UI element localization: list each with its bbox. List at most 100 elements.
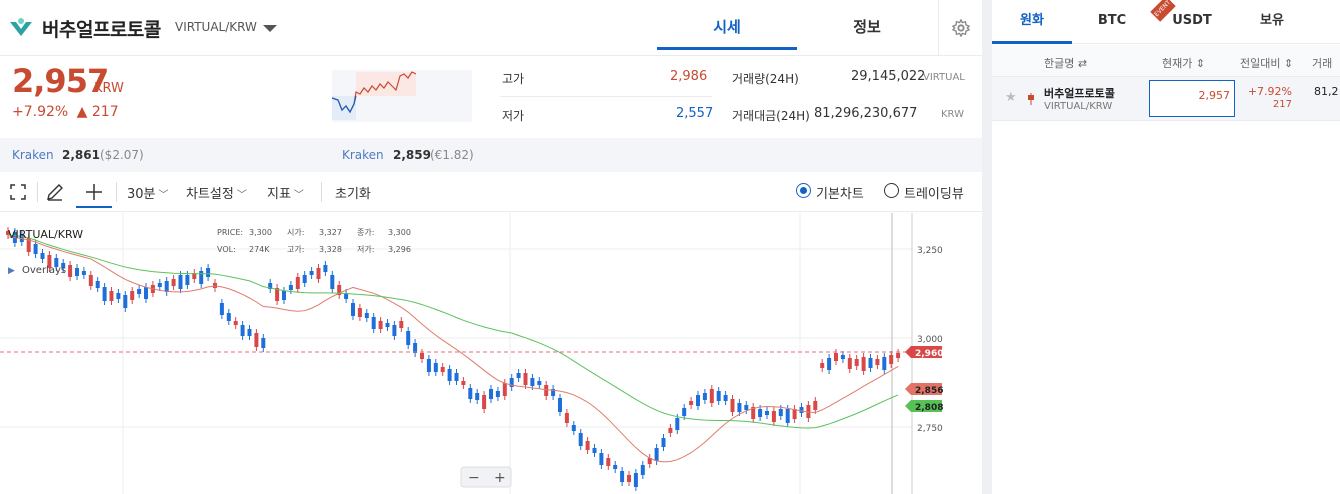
tab-btc[interactable]: BTC	[1072, 0, 1152, 44]
chart-settings-select[interactable]: 차트설정 ﹀	[186, 183, 247, 202]
candle-body	[233, 321, 238, 325]
candle-body	[144, 287, 148, 299]
settings-button[interactable]	[938, 0, 982, 56]
low-value: 2,557	[676, 106, 714, 121]
basic-chart-label: 기본차트	[816, 187, 864, 202]
divider	[500, 96, 712, 97]
candle-body	[495, 391, 500, 397]
coin-name: 버추얼프로토콜	[42, 19, 161, 41]
tab-krw[interactable]: 원화	[992, 0, 1072, 44]
coin-symbol: VIRTUAL/KRW	[1044, 101, 1113, 112]
low-label: 저가	[502, 109, 525, 123]
candle-body	[420, 353, 424, 359]
tab-holdings[interactable]: 보유	[1232, 0, 1312, 44]
chart-canvas[interactable]: 3,250 3,000 2,750 2,960 2,856 2,808 VIRT…	[0, 213, 982, 494]
star-icon[interactable]: ★	[1005, 90, 1017, 105]
virtual-logo-icon	[10, 18, 32, 36]
candle-body	[295, 277, 300, 289]
chevron-down-icon: ﹀	[236, 190, 247, 201]
candle-body	[178, 275, 183, 289]
col-header-name[interactable]: 한글명 ⇄	[1044, 55, 1087, 71]
exchange-sub: ($2.07)	[100, 148, 144, 162]
change-percent: +7.92%	[1247, 85, 1292, 98]
zoom-out-button[interactable]: −	[468, 470, 480, 486]
col-header-price[interactable]: 현재가 ⇕	[1162, 55, 1205, 71]
exchange-price: 2,861	[62, 148, 100, 162]
interval-label: 30분	[127, 187, 156, 202]
candle-body	[523, 373, 528, 385]
info-value: 3,296	[388, 245, 411, 254]
exchange-bar: Kraken 2,861 ($2.07) Kraken 2,859 (€1.82…	[0, 138, 982, 172]
candle-body	[95, 281, 100, 288]
candle-body	[219, 303, 224, 315]
candle-body	[854, 359, 859, 366]
candle-body	[758, 409, 763, 417]
col-header-volume[interactable]: 거래	[1312, 55, 1332, 71]
zoom-in-button[interactable]: +	[494, 470, 506, 486]
crosshair-button[interactable]	[76, 176, 112, 208]
price-unit: KRW	[94, 81, 124, 96]
ohlc-info: PRICE: 3,300 시가: 3,327 종가: 3,300 VOL: 27…	[217, 228, 411, 254]
candle-body	[558, 398, 562, 412]
candle-body	[661, 438, 666, 447]
candle-body	[544, 385, 549, 396]
tradingview-label: 트레이딩뷰	[904, 187, 964, 202]
candle-body	[357, 308, 362, 317]
change-amount: ▲ 217	[76, 104, 119, 120]
candle-body	[68, 265, 73, 277]
candle-body	[302, 275, 307, 283]
candle-body	[116, 293, 121, 299]
tab-quote[interactable]: 시세	[657, 0, 797, 50]
last-price-label: 2,960	[915, 349, 943, 359]
candle-body	[164, 281, 169, 292]
candle-body	[316, 268, 321, 279]
candle-body	[123, 295, 128, 308]
basic-chart-radio[interactable]	[796, 183, 811, 198]
pencil-icon[interactable]	[46, 183, 64, 201]
y-tick-label: 2,750	[917, 424, 943, 434]
candle-body	[240, 325, 245, 336]
high-value: 2,986	[670, 69, 708, 84]
candle-body	[668, 428, 673, 433]
exchange-name[interactable]: Kraken	[12, 148, 54, 162]
indicators-label: 지표	[267, 187, 291, 202]
tradingview-radio[interactable]	[884, 183, 899, 198]
candle-body	[109, 291, 114, 301]
candle-body	[254, 333, 259, 347]
overlays-caret-icon[interactable]: ▶	[8, 266, 15, 276]
candle-body	[385, 323, 390, 327]
volume-label: 거래량(24H)	[732, 72, 799, 86]
ma2-price-label: 2,808	[915, 403, 943, 413]
info-value: 3,328	[319, 245, 342, 254]
candle-body	[102, 287, 107, 301]
trade-panel: 버추얼프로토콜 VIRTUAL/KRW 시세 정보 2,957 KRW +7.9…	[0, 0, 982, 494]
exchange-name[interactable]: Kraken	[342, 148, 384, 162]
chevron-down-icon[interactable]	[263, 25, 277, 32]
volume-unit: VIRTUAL	[923, 72, 965, 83]
candle-body	[461, 381, 466, 385]
indicators-select[interactable]: 지표 ﹀	[267, 183, 304, 202]
candle-body	[433, 363, 438, 372]
interval-select[interactable]: 30분 ﹀	[127, 183, 169, 202]
candle-body	[426, 359, 431, 372]
info-label: VOL:	[217, 245, 236, 254]
candle-body	[627, 475, 631, 482]
candle-body	[440, 367, 445, 372]
candlestick-chart[interactable]: 3,250 3,000 2,750 2,960 2,856 2,808 VIRT…	[0, 213, 982, 494]
col-header-change[interactable]: 전일대비 ⇕	[1240, 55, 1293, 71]
fullscreen-icon[interactable]	[10, 184, 26, 200]
candle-body	[896, 353, 901, 358]
candle-body	[633, 473, 638, 487]
candle-body	[171, 279, 176, 286]
change-amount: 217	[1272, 99, 1292, 110]
overlays-toggle[interactable]: Overlays	[22, 265, 66, 276]
info-label: 종가:	[357, 228, 374, 237]
table-row[interactable]: ★ 버추얼프로토콜 VIRTUAL/KRW 2,957 +7.92% 217 8…	[992, 77, 1340, 121]
gear-icon	[952, 19, 970, 37]
candle-body	[392, 325, 397, 336]
tab-info[interactable]: 정보	[797, 0, 937, 50]
candle-body	[620, 471, 625, 482]
candle-body	[323, 265, 328, 272]
reset-button[interactable]: 초기화	[335, 183, 371, 202]
candle-body	[640, 465, 645, 475]
